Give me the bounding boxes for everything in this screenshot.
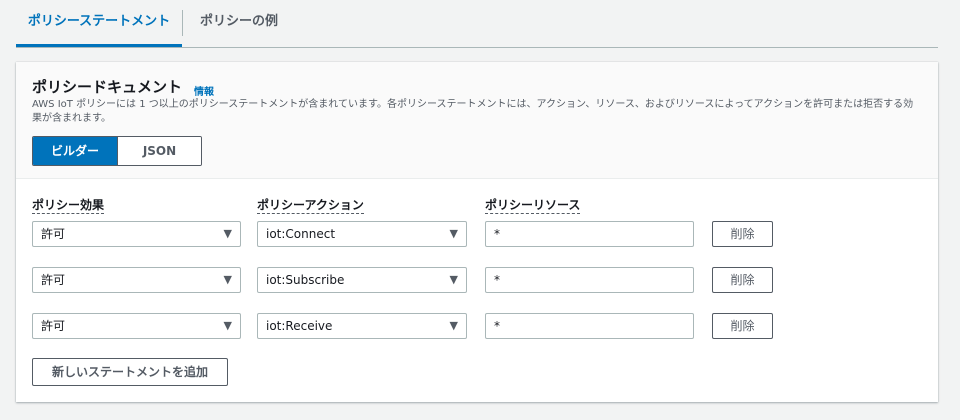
policy-document-card: ポリシードキュメント 情報 AWS IoT ポリシーには 1 つ以上のポリシース… — [16, 62, 938, 402]
action-select-2[interactable]: iot:Subscribe ▼ — [257, 267, 467, 293]
policy-effect-label: ポリシー効果 — [32, 198, 105, 214]
resource-input-1[interactable]: * — [485, 221, 694, 247]
effect-select-3[interactable]: 許可 ▼ — [32, 313, 241, 339]
caret-down-icon: ▼ — [449, 273, 458, 286]
action-select-3[interactable]: iot:Receive ▼ — [257, 313, 467, 339]
action-value: iot:Receive — [266, 319, 333, 333]
json-toggle-button[interactable]: JSON — [117, 137, 201, 165]
caret-down-icon: ▼ — [223, 227, 232, 240]
effect-select-1[interactable]: 許可 ▼ — [32, 221, 241, 247]
action-select-1[interactable]: iot:Connect ▼ — [257, 221, 467, 247]
policy-resource-label: ポリシーリソース — [485, 198, 581, 214]
delete-button-3[interactable]: 削除 — [712, 313, 773, 339]
delete-button-2[interactable]: 削除 — [712, 267, 773, 293]
card-header: ポリシードキュメント 情報 AWS IoT ポリシーには 1 つ以上のポリシース… — [16, 62, 938, 179]
effect-value: 許可 — [41, 273, 66, 287]
effect-select-2[interactable]: 許可 ▼ — [32, 267, 241, 293]
tab-policy-examples[interactable]: ポリシーの例 — [200, 0, 278, 44]
caret-down-icon: ▼ — [223, 319, 232, 332]
tab-divider — [182, 10, 183, 36]
effect-value: 許可 — [41, 319, 66, 333]
delete-button-1[interactable]: 削除 — [712, 221, 773, 247]
resource-input-2[interactable]: * — [485, 267, 694, 293]
effect-value: 許可 — [41, 227, 66, 241]
action-value: iot:Subscribe — [266, 273, 345, 287]
mode-toggle: ビルダー JSON — [32, 136, 202, 166]
resource-input-3[interactable]: * — [485, 313, 694, 339]
policy-action-label: ポリシーアクション — [257, 198, 364, 214]
caret-down-icon: ▼ — [449, 319, 458, 332]
card-title: ポリシードキュメント — [32, 78, 183, 96]
add-statement-button[interactable]: 新しいステートメントを追加 — [32, 358, 228, 386]
card-description: AWS IoT ポリシーには 1 つ以上のポリシーステートメントが含まれています… — [32, 99, 914, 124]
info-link[interactable]: 情報 — [194, 83, 214, 98]
caret-down-icon: ▼ — [223, 273, 232, 286]
caret-down-icon: ▼ — [449, 227, 458, 240]
policy-tabs: ポリシーステートメント ポリシーの例 — [16, 0, 938, 48]
tab-policy-statements[interactable]: ポリシーステートメント — [16, 0, 182, 47]
action-value: iot:Connect — [266, 227, 336, 241]
builder-toggle-button[interactable]: ビルダー — [33, 137, 117, 165]
